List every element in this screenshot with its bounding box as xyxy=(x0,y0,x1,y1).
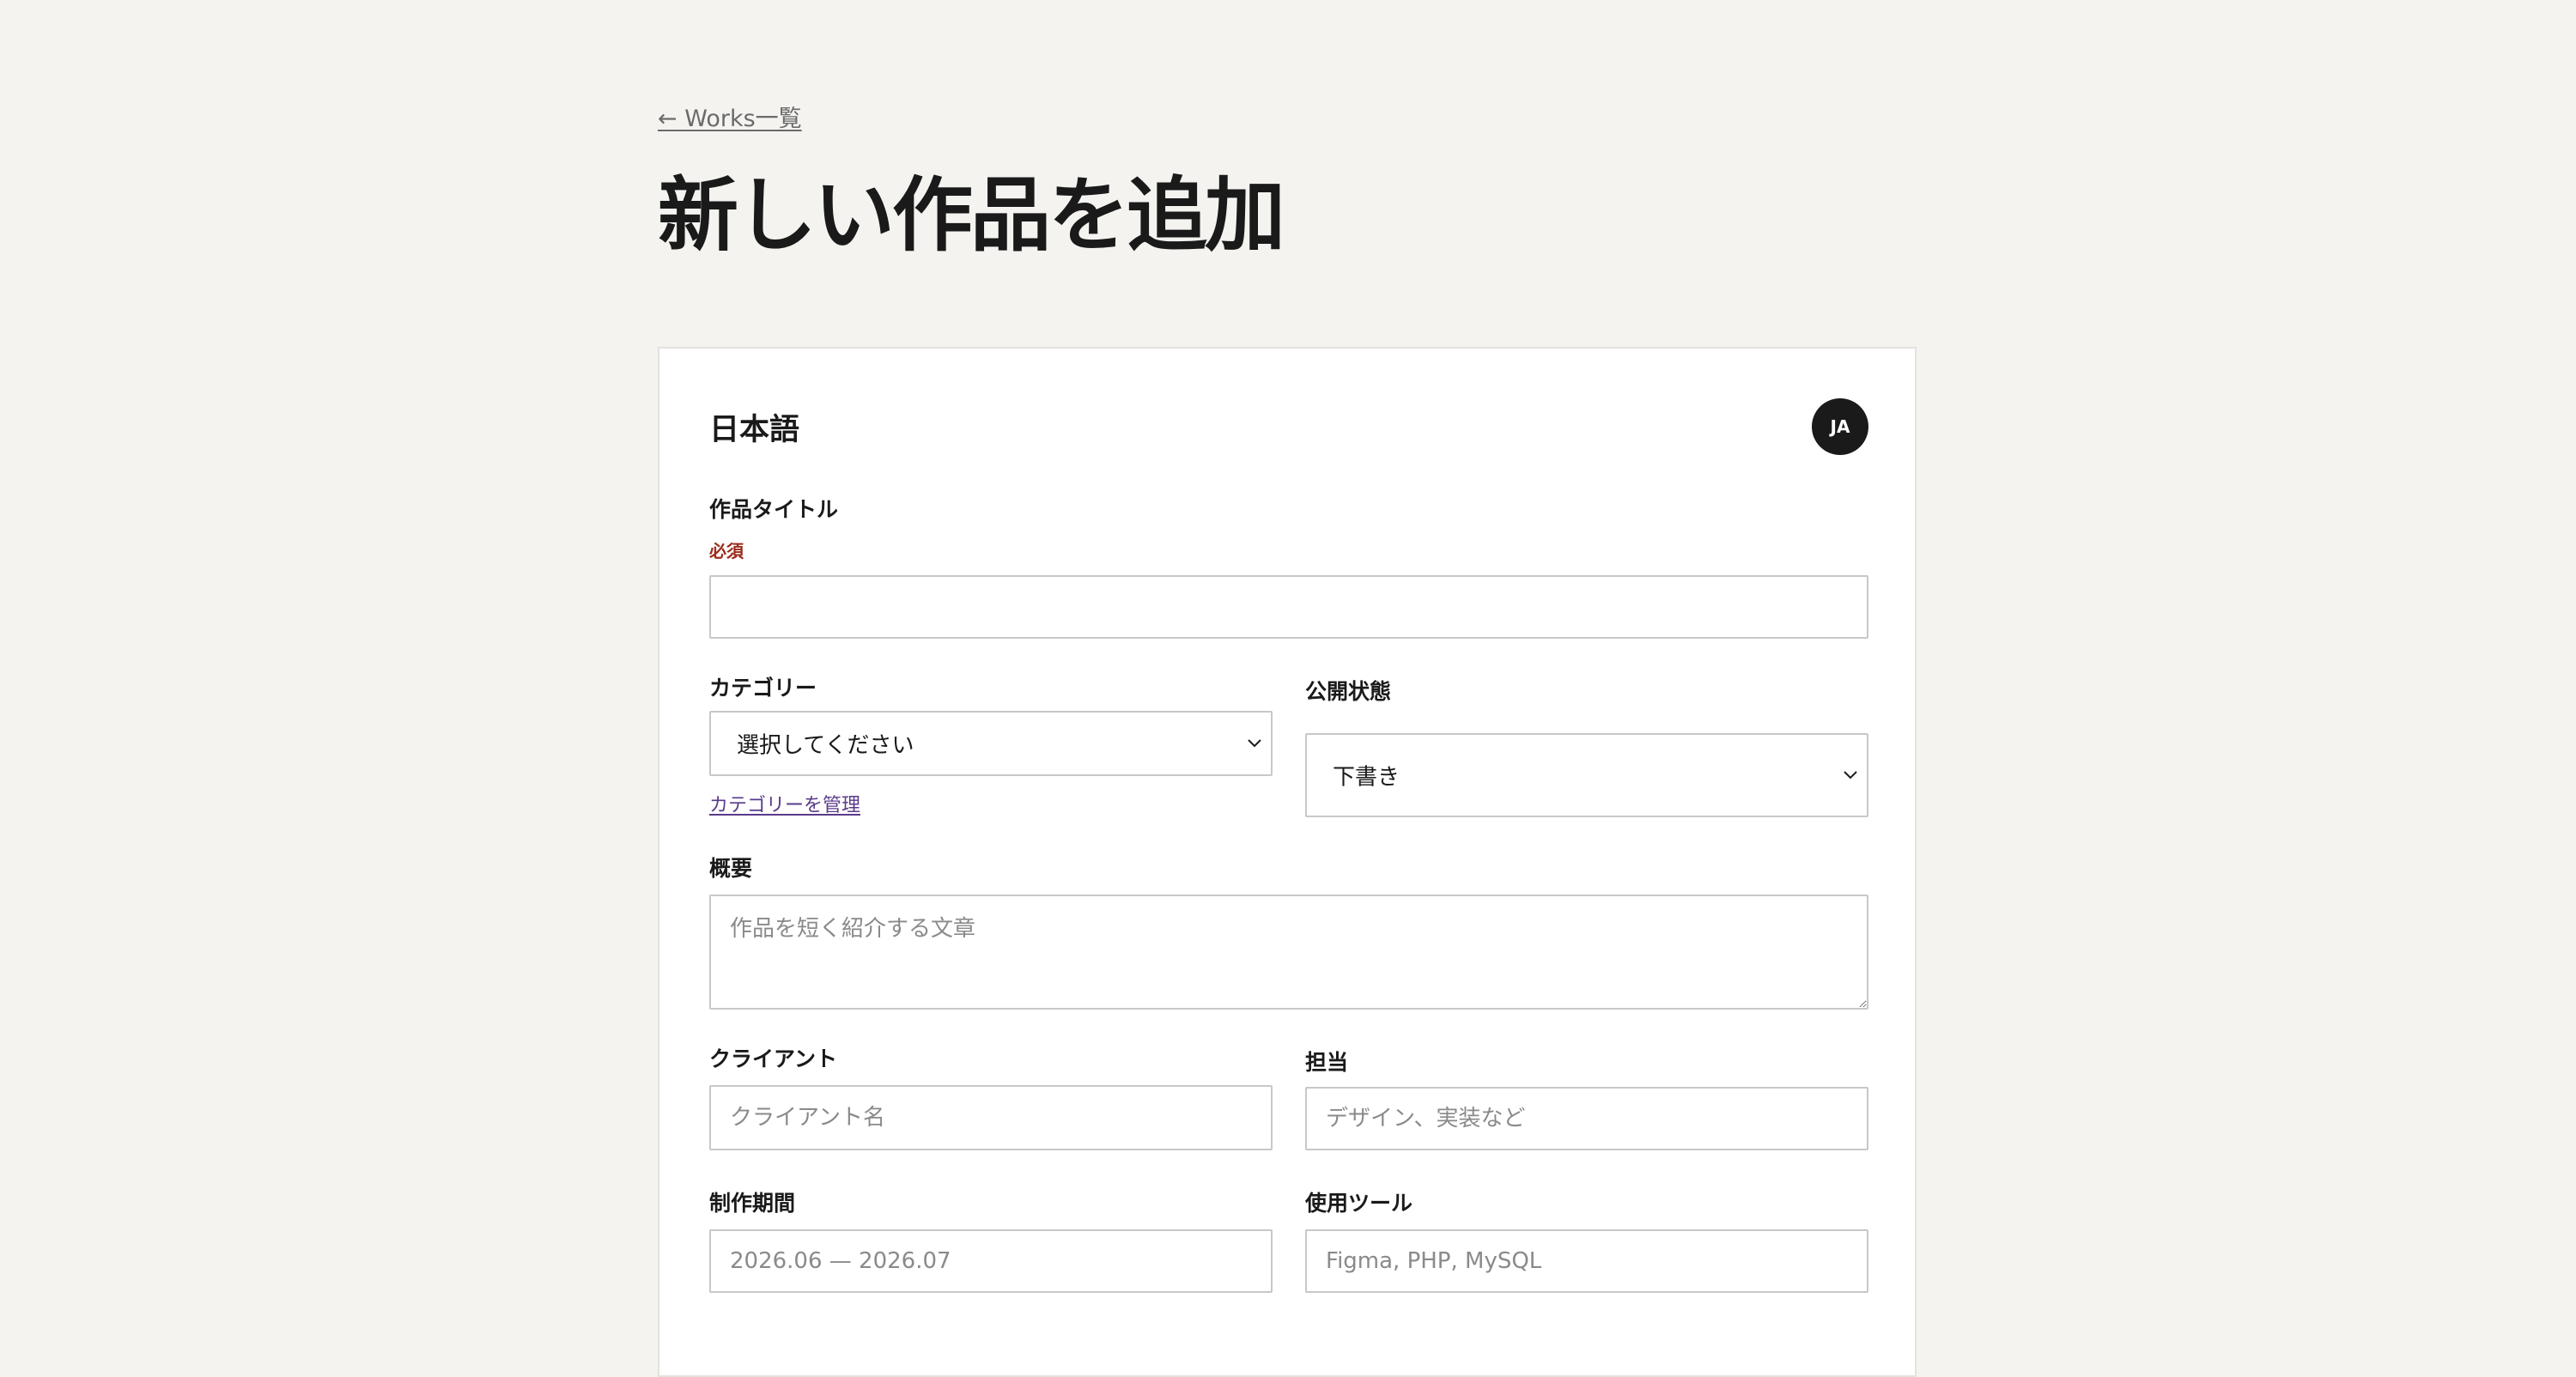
tools-label: 使用ツール xyxy=(1305,1191,1413,1216)
page-title: 新しい作品を追加 xyxy=(658,169,1285,263)
role-label: 担当 xyxy=(1305,1050,1349,1075)
required-badge: 必須 xyxy=(709,541,744,561)
language-section-heading: 日本語 xyxy=(709,413,800,447)
language-badge: JA xyxy=(1812,398,1868,455)
status-select[interactable]: 下書き xyxy=(1305,733,1868,817)
manage-categories-link[interactable]: カテゴリーを管理 xyxy=(709,790,860,817)
client-input[interactable] xyxy=(709,1085,1273,1150)
title-input[interactable] xyxy=(709,575,1868,639)
category-select-value: 選択してください xyxy=(737,732,914,759)
role-input[interactable] xyxy=(1305,1087,1868,1150)
status-label: 公開状態 xyxy=(1305,679,1392,704)
period-input[interactable] xyxy=(709,1229,1273,1293)
category-select[interactable]: 選択してください xyxy=(709,711,1273,776)
title-label: 作品タイトル xyxy=(709,497,839,522)
back-to-works-link[interactable]: ← Works一覧 xyxy=(658,100,802,133)
period-label: 制作期間 xyxy=(709,1191,796,1216)
summary-textarea[interactable] xyxy=(709,895,1868,1010)
summary-label: 概要 xyxy=(709,856,753,881)
tools-input[interactable] xyxy=(1305,1229,1868,1293)
client-label: クライアント xyxy=(709,1046,838,1071)
form-card-japanese: 日本語 JA 作品タイトル 必須 カテゴリー 選択してください カテゴリーを管理… xyxy=(658,347,1917,1377)
chevron-down-icon xyxy=(1248,739,1261,748)
chevron-down-icon xyxy=(1844,771,1857,779)
status-select-value: 下書き xyxy=(1333,764,1400,791)
category-label: カテゴリー xyxy=(709,676,817,701)
